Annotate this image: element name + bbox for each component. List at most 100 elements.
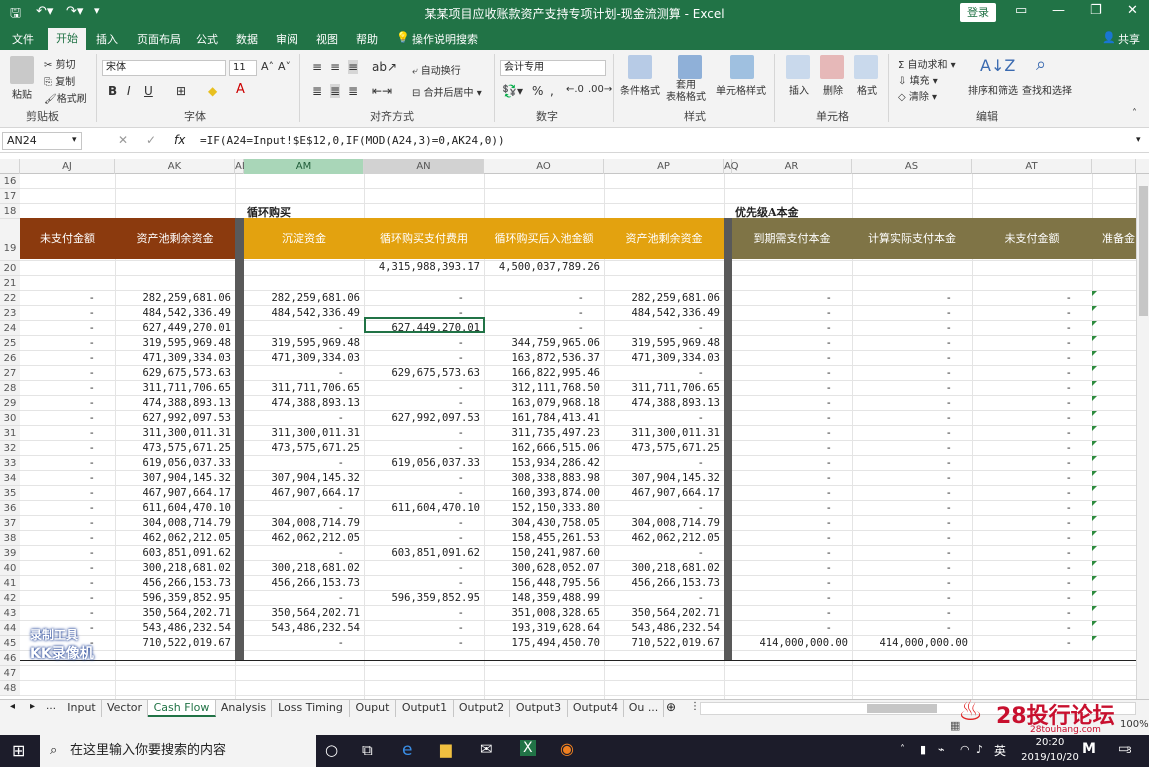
cell-ap34[interactable]: 307,904,145.32 <box>604 471 724 486</box>
cell-ap43[interactable]: 350,564,202.71 <box>604 606 724 621</box>
col-header-aj[interactable]: AJ <box>20 159 115 174</box>
cell-at33[interactable]: - <box>972 456 1092 471</box>
cell-ao25[interactable]: 344,759,965.06 <box>484 336 604 351</box>
cell-an40[interactable]: - <box>364 561 484 576</box>
error-indicator-icon[interactable] <box>1092 486 1097 491</box>
cell-aj33[interactable]: - <box>20 456 115 471</box>
login-button[interactable]: 登录 <box>960 3 996 22</box>
cell-ar31[interactable]: - <box>732 426 852 441</box>
cell-ao27[interactable]: 166,822,995.46 <box>484 366 604 381</box>
cell-am24[interactable]: - <box>244 321 364 336</box>
cell-ao28[interactable]: 312,111,768.50 <box>484 381 604 396</box>
cell-ak45[interactable]: 710,522,019.67 <box>115 636 235 651</box>
format-painter-button[interactable]: 🖌格式刷 <box>44 90 87 105</box>
cell-aj22[interactable]: - <box>20 291 115 306</box>
row-header[interactable]: 18 <box>0 204 20 219</box>
cell-am30[interactable]: - <box>244 411 364 426</box>
cell-aj25[interactable]: - <box>20 336 115 351</box>
cell-aj26[interactable]: - <box>20 351 115 366</box>
cell-at40[interactable]: - <box>972 561 1092 576</box>
close-icon[interactable]: ✕ <box>1127 3 1138 18</box>
network-icon[interactable]: ⌁ <box>938 743 945 756</box>
cell-as25[interactable]: - <box>852 336 972 351</box>
cell-as22[interactable]: - <box>852 291 972 306</box>
cell-ap22[interactable]: 282,259,681.06 <box>604 291 724 306</box>
col-header-ar[interactable]: AR <box>732 159 852 174</box>
ime-indicator[interactable]: 英 <box>994 742 1006 759</box>
cell-ak30[interactable]: 627,992,097.53 <box>115 411 235 426</box>
cell-ar24[interactable]: - <box>732 321 852 336</box>
cell-as42[interactable]: - <box>852 591 972 606</box>
cell-ak29[interactable]: 474,388,893.13 <box>115 396 235 411</box>
cell-ar37[interactable]: - <box>732 516 852 531</box>
cell-aj42[interactable]: - <box>20 591 115 606</box>
row-header[interactable]: 47 <box>0 666 20 681</box>
row-header[interactable]: 34 <box>0 471 20 486</box>
decrease-decimal-icon[interactable]: .00→ <box>588 84 612 95</box>
cell-as32[interactable]: - <box>852 441 972 456</box>
error-indicator-icon[interactable] <box>1092 411 1097 416</box>
cell-ap27[interactable]: - <box>604 366 724 381</box>
merge-center-button[interactable]: ⊟ 合并后居中 ▾ <box>412 84 482 99</box>
sheet-tab[interactable]: Output4 <box>568 700 624 717</box>
cell-an32[interactable]: - <box>364 441 484 456</box>
sheet-tab[interactable]: Output2 <box>454 700 510 717</box>
conditional-format-button[interactable]: 条件格式 <box>620 82 660 97</box>
cell-am44[interactable]: 543,486,232.54 <box>244 621 364 636</box>
cell-ar42[interactable]: - <box>732 591 852 606</box>
cell-ar40[interactable]: - <box>732 561 852 576</box>
cell-aj29[interactable]: - <box>20 396 115 411</box>
cell-ap29[interactable]: 474,388,893.13 <box>604 396 724 411</box>
sheet-tab[interactable]: Analysis <box>216 700 272 717</box>
cell-aj38[interactable]: - <box>20 531 115 546</box>
cell-aj35[interactable]: - <box>20 486 115 501</box>
error-indicator-icon[interactable] <box>1092 456 1097 461</box>
cell-ak41[interactable]: 456,266,153.73 <box>115 576 235 591</box>
cell-am39[interactable]: - <box>244 546 364 561</box>
cell-at30[interactable]: - <box>972 411 1092 426</box>
format-cells-icon[interactable] <box>854 55 878 79</box>
cell-ak37[interactable]: 304,008,714.79 <box>115 516 235 531</box>
cell-ap41[interactable]: 456,266,153.73 <box>604 576 724 591</box>
cell-ao37[interactable]: 304,430,758.05 <box>484 516 604 531</box>
row-header[interactable]: 42 <box>0 591 20 606</box>
sheet-tab[interactable]: Output1 <box>396 700 454 717</box>
row-header[interactable]: 16 <box>0 174 20 189</box>
error-indicator-icon[interactable] <box>1092 366 1097 371</box>
cell-at36[interactable]: - <box>972 501 1092 516</box>
currency-icon[interactable]: 💱▾ <box>502 84 523 98</box>
format-as-table-button[interactable]: 套用 表格格式 <box>666 80 706 104</box>
tab-insert[interactable]: 插入 <box>96 31 118 47</box>
cell-an33[interactable]: 619,056,037.33 <box>364 456 484 471</box>
cell-am28[interactable]: 311,711,706.65 <box>244 381 364 396</box>
cell-ao22[interactable]: - <box>484 291 604 306</box>
file-explorer-icon[interactable]: ▆ <box>440 740 452 758</box>
cut-button[interactable]: ✂ 剪切 <box>44 56 76 71</box>
col-header-aq[interactable]: AQ <box>724 159 739 174</box>
col-header-al[interactable]: AL <box>235 159 247 174</box>
cell-ar39[interactable]: - <box>732 546 852 561</box>
format-as-table-icon[interactable] <box>678 55 702 79</box>
cell-as24[interactable]: - <box>852 321 972 336</box>
col-header-ao[interactable]: AO <box>484 159 604 174</box>
fill-color-icon[interactable]: ◆ <box>208 84 217 98</box>
insert-cells-button[interactable]: 插入 <box>789 82 809 97</box>
cell-at25[interactable]: - <box>972 336 1092 351</box>
cell-am25[interactable]: 319,595,969.48 <box>244 336 364 351</box>
error-indicator-icon[interactable] <box>1092 546 1097 551</box>
row-header[interactable]: 37 <box>0 516 20 531</box>
cell-as29[interactable]: - <box>852 396 972 411</box>
cell-ap35[interactable]: 467,907,664.17 <box>604 486 724 501</box>
cell-ak40[interactable]: 300,218,681.02 <box>115 561 235 576</box>
row-header[interactable]: 27 <box>0 366 20 381</box>
cell-aj41[interactable]: - <box>20 576 115 591</box>
row-header[interactable]: 36 <box>0 501 20 516</box>
cell-an37[interactable]: - <box>364 516 484 531</box>
cell-ap28[interactable]: 311,711,706.65 <box>604 381 724 396</box>
error-indicator-icon[interactable] <box>1092 441 1097 446</box>
cell-ao38[interactable]: 158,455,261.53 <box>484 531 604 546</box>
cell-as34[interactable]: - <box>852 471 972 486</box>
tab-file[interactable]: 文件 <box>12 31 34 47</box>
shrink-font-icon[interactable]: A˅ <box>278 60 291 73</box>
cell-as26[interactable]: - <box>852 351 972 366</box>
